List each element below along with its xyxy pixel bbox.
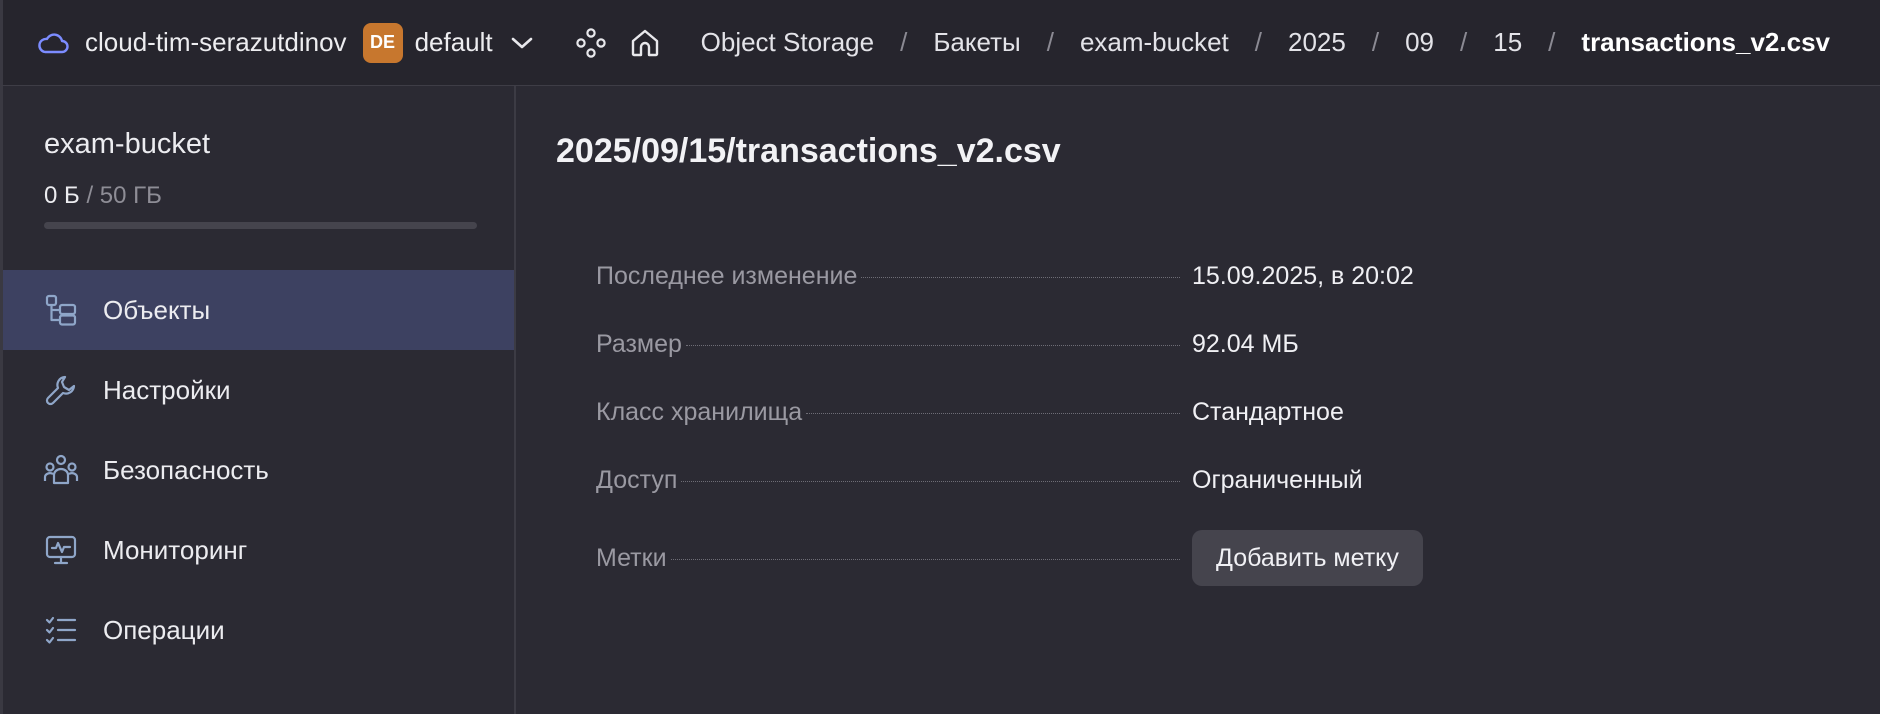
bucket-usage: 0 Б / 50 ГБ	[44, 182, 162, 210]
property-row-access: Доступ Ограниченный	[596, 446, 1596, 514]
property-value: 15.09.2025, в 20:02	[1192, 261, 1414, 290]
sidebar-item-operations[interactable]: Операции	[3, 590, 514, 670]
breadcrumb-separator: /	[1254, 27, 1263, 57]
object-properties: Последнее изменение 15.09.2025, в 20:02 …	[596, 242, 1596, 602]
sidebar: exam-bucket 0 Б / 50 ГБ Объекты Настройк…	[0, 86, 516, 714]
monitor-icon	[43, 532, 79, 568]
property-label: Класс хранилища	[596, 397, 803, 426]
page-title: 2025/09/15/transactions_v2.csv	[556, 132, 1061, 170]
property-row-size: Размер 92.04 МБ	[596, 310, 1596, 378]
breadcrumb-separator: /	[1046, 27, 1054, 57]
usage-progress-bar	[44, 222, 477, 229]
sidebar-item-label: Мониторинг	[103, 534, 248, 565]
objects-icon	[43, 292, 79, 328]
home-icon[interactable]	[629, 26, 663, 60]
breadcrumb-month[interactable]: 09	[1405, 27, 1434, 58]
property-label: Метки	[596, 543, 667, 572]
breadcrumb-separator: /	[1548, 27, 1556, 57]
folder-badge[interactable]: DE	[362, 22, 403, 63]
breadcrumb-day[interactable]: 15	[1493, 27, 1522, 58]
users-icon	[43, 452, 79, 488]
property-row-modified: Последнее изменение 15.09.2025, в 20:02	[596, 242, 1596, 310]
dotted-leader	[861, 276, 1180, 278]
sidebar-item-label: Операции	[103, 614, 225, 645]
breadcrumb-separator: /	[1371, 27, 1380, 57]
dotted-leader	[681, 480, 1180, 482]
account-name[interactable]: cloud-tim-serazutdinov	[85, 27, 347, 58]
folder-name[interactable]: default	[415, 27, 493, 58]
dotted-leader	[806, 412, 1180, 414]
usage-total: / 50 ГБ	[86, 182, 162, 209]
breadcrumb-current-file: transactions_v2.csv	[1581, 27, 1830, 57]
sidebar-item-label: Безопасность	[103, 454, 269, 485]
wrench-icon	[43, 372, 79, 408]
sidebar-item-objects[interactable]: Объекты	[3, 270, 514, 350]
property-row-tags: Метки Добавить метку	[596, 514, 1596, 602]
property-label: Размер	[596, 329, 682, 358]
property-value: 92.04 МБ	[1192, 329, 1299, 358]
breadcrumb-year[interactable]: 2025	[1288, 27, 1346, 58]
breadcrumb-object-storage[interactable]: Object Storage	[701, 27, 874, 58]
chevron-down-icon[interactable]	[511, 30, 537, 56]
dotted-leader	[685, 344, 1180, 346]
dotted-leader	[670, 558, 1180, 560]
breadcrumb-separator: /	[900, 27, 908, 57]
services-icon[interactable]	[575, 26, 609, 60]
property-label: Доступ	[596, 465, 678, 494]
cloud-icon	[37, 26, 71, 60]
breadcrumb-buckets[interactable]: Бакеты	[933, 27, 1020, 58]
property-label: Последнее изменение	[596, 261, 858, 290]
breadcrumb-separator: /	[1460, 27, 1468, 57]
usage-used: 0 Б	[44, 182, 80, 209]
sidebar-item-label: Настройки	[103, 374, 231, 405]
property-row-storage-class: Класс хранилища Стандартное	[596, 378, 1596, 446]
add-tag-button[interactable]: Добавить метку	[1192, 530, 1423, 586]
property-value: Ограниченный	[1192, 465, 1363, 494]
sidebar-item-security[interactable]: Безопасность	[3, 430, 514, 510]
sidebar-item-settings[interactable]: Настройки	[3, 350, 514, 430]
sidebar-item-monitoring[interactable]: Мониторинг	[3, 510, 514, 590]
operations-list-icon	[43, 612, 79, 648]
breadcrumb-bucket[interactable]: exam-bucket	[1080, 27, 1229, 58]
sidebar-item-label: Объекты	[103, 294, 211, 325]
main-content: 2025/09/15/transactions_v2.csv Последнее…	[518, 86, 1880, 714]
property-value: Стандартное	[1192, 397, 1344, 426]
bucket-name: exam-bucket	[44, 128, 211, 160]
sidebar-nav: Объекты Настройки Безопасность Мониторин…	[3, 270, 514, 670]
top-bar: cloud-tim-serazutdinov DE default Object…	[0, 0, 1880, 86]
